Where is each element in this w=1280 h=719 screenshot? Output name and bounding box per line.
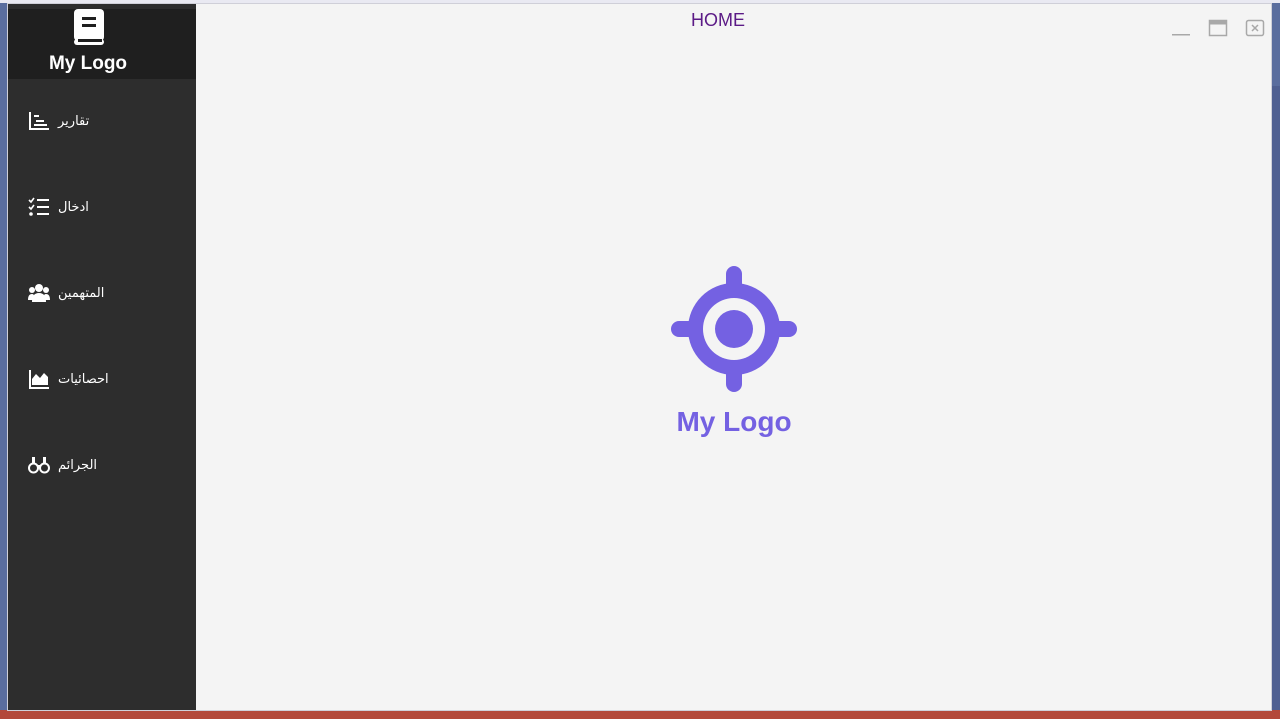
sidebar-item-label: احصائيات <box>58 371 109 387</box>
sidebar-item-label: المتهمين <box>58 285 105 301</box>
sidebar-item-label: الجرائم <box>58 457 98 473</box>
main-logo-text: My Logo <box>676 406 792 437</box>
sidebar-item-input[interactable]: ادخال <box>28 192 89 222</box>
binoculars-icon <box>28 457 50 474</box>
sidebar-logo-text: My Logo <box>48 53 128 74</box>
sidebar-header: My Logo <box>8 9 196 79</box>
minimize-icon[interactable] <box>1171 18 1191 38</box>
sidebar-item-label: ادخال <box>58 199 89 215</box>
taskbar-strip <box>0 710 1280 719</box>
sidebar-item-label: تقارير <box>58 113 90 129</box>
maximize-icon[interactable] <box>1208 18 1228 38</box>
close-icon[interactable] <box>1245 18 1265 38</box>
app-window: My Logo تقارير ادخال المتهمين احصائيات ا… <box>7 3 1272 711</box>
book-logo-icon <box>74 9 104 45</box>
chart-report-icon <box>29 112 49 130</box>
sidebar-item-suspects[interactable]: المتهمين <box>28 278 104 308</box>
area-chart-icon <box>29 370 49 389</box>
sidebar-item-reports[interactable]: تقارير <box>28 106 89 136</box>
sidebar: My Logo تقارير ادخال المتهمين احصائيات ا… <box>8 4 196 710</box>
checklist-icon <box>28 197 49 216</box>
users-icon <box>28 284 50 302</box>
sidebar-item-statistics[interactable]: احصائيات <box>28 364 109 394</box>
window-title: HOME <box>691 10 745 30</box>
crosshair-target-icon <box>671 266 797 392</box>
sidebar-item-crimes[interactable]: الجرائم <box>28 450 97 480</box>
